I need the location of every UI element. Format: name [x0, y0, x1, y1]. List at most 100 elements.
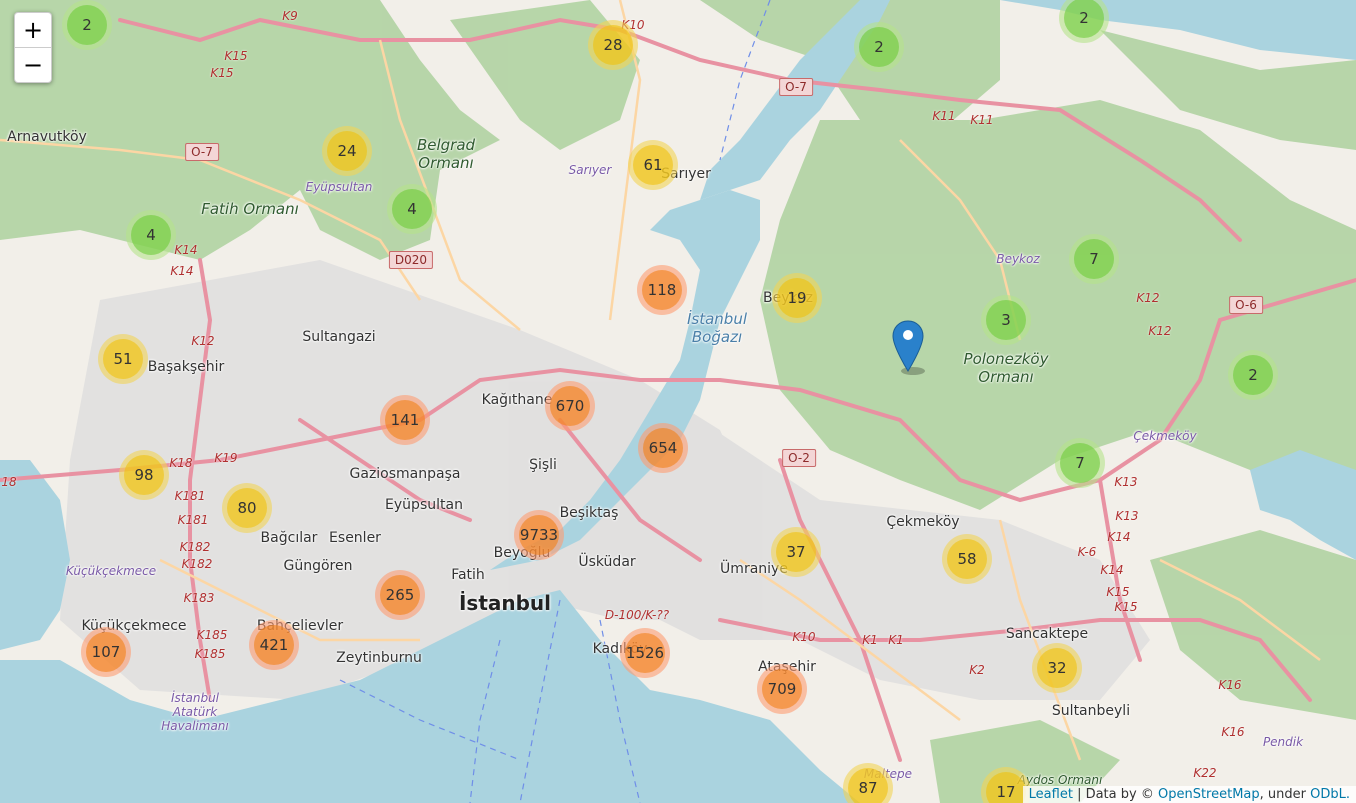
marker-cluster[interactable]: 19 — [772, 273, 822, 323]
road-ref: K14 — [1107, 530, 1131, 544]
marker-cluster[interactable]: 61 — [628, 140, 678, 190]
marker-cluster[interactable]: 2 — [854, 22, 904, 72]
cluster-count: 61 — [633, 145, 673, 185]
cluster-count: 37 — [776, 532, 816, 572]
road-ref: K14 — [170, 264, 194, 278]
cluster-count: 141 — [385, 400, 425, 440]
road-ref: K12 — [1148, 324, 1172, 338]
marker-cluster[interactable]: 265 — [375, 570, 425, 620]
district-label: Küçükçekmece — [65, 564, 157, 578]
road-ref: K2 — [969, 663, 985, 677]
cluster-count: 421 — [254, 625, 294, 665]
district-label: Sarıyer — [568, 163, 612, 177]
cluster-count: 32 — [1037, 648, 1077, 688]
marker-cluster[interactable]: 107 — [81, 627, 131, 677]
marker-cluster[interactable]: 3 — [981, 295, 1031, 345]
city-label: İstanbul — [458, 591, 552, 615]
place-label: Üsküdar — [578, 554, 636, 570]
cluster-count: 7 — [1060, 443, 1100, 483]
marker-cluster[interactable]: 421 — [249, 620, 299, 670]
road-ref: K185 — [196, 628, 228, 642]
road-ref: K12 — [1136, 291, 1160, 305]
cluster-count: 107 — [86, 632, 126, 672]
cluster-count: 19 — [777, 278, 817, 318]
place-label: Çekmeköy — [886, 514, 960, 530]
road-ref: K15 — [1106, 585, 1130, 599]
road-ref: 18 — [1, 475, 17, 489]
marker-cluster[interactable]: 32 — [1032, 643, 1082, 693]
highway-shield: O-7 — [185, 143, 219, 161]
marker-cluster[interactable]: 37 — [771, 527, 821, 577]
highway-shield: D020 — [388, 251, 434, 269]
osm-link[interactable]: OpenStreetMap — [1158, 787, 1260, 802]
road-ref: K182 — [181, 557, 213, 571]
place-label: Beşiktaş — [559, 505, 619, 521]
marker-cluster[interactable]: 1526 — [620, 628, 670, 678]
marker-cluster[interactable]: 118 — [637, 265, 687, 315]
marker-cluster[interactable]: 654 — [638, 423, 688, 473]
road-ref: K14 — [174, 243, 198, 257]
marker-cluster[interactable]: 51 — [98, 334, 148, 384]
road-ref: K14 — [1100, 563, 1124, 577]
cluster-count: 654 — [643, 428, 683, 468]
location-pin-icon[interactable] — [891, 319, 931, 381]
road-ref: K15 — [210, 66, 234, 80]
marker-cluster[interactable]: 670 — [545, 381, 595, 431]
place-label: Sultanbeyli — [1051, 703, 1131, 719]
marker-cluster[interactable]: 28 — [588, 20, 638, 70]
road-ref: K9 — [282, 9, 298, 23]
odbl-link[interactable]: ODbL. — [1310, 787, 1350, 802]
marker-cluster[interactable]: 58 — [942, 534, 992, 584]
cluster-count: 98 — [124, 455, 164, 495]
marker-cluster[interactable]: 709 — [757, 664, 807, 714]
marker-cluster[interactable]: 80 — [222, 483, 272, 533]
road-ref: K185 — [194, 647, 226, 661]
place-label: Zeytinburnu — [336, 650, 422, 666]
forest-label: Fatih Ormanı — [201, 200, 299, 218]
road-ref: K18 — [169, 456, 193, 470]
road-ref: K183 — [183, 591, 215, 605]
district-label: Eyüpsultan — [305, 180, 373, 194]
road-ref: K-6 — [1077, 545, 1097, 559]
marker-cluster[interactable]: 141 — [380, 395, 430, 445]
marker-cluster[interactable]: 4 — [126, 210, 176, 260]
cluster-count: 2 — [67, 5, 107, 45]
marker-cluster[interactable]: 4 — [387, 184, 437, 234]
place-label: Eyüpsultan — [385, 497, 463, 513]
cluster-count: 80 — [227, 488, 267, 528]
marker-cluster[interactable]: 9733 — [514, 510, 564, 560]
cluster-count: 4 — [131, 215, 171, 255]
zoom-control: + − — [14, 12, 52, 83]
marker-cluster[interactable]: 2 — [1228, 350, 1278, 400]
zoom-in-button[interactable]: + — [15, 13, 51, 48]
cluster-count: 2 — [1233, 355, 1273, 395]
place-label: Bağcılar — [260, 530, 318, 546]
leaflet-link[interactable]: Leaflet — [1029, 787, 1073, 802]
cluster-count: 28 — [593, 25, 633, 65]
cluster-count: 2 — [1064, 0, 1104, 38]
road-ref: K15 — [224, 49, 248, 63]
road-ref: K11 — [970, 113, 994, 127]
cluster-count: 670 — [550, 386, 590, 426]
forest-label: Belgrad Ormanı — [416, 136, 476, 172]
marker-cluster[interactable]: 2 — [62, 0, 112, 50]
marker-cluster[interactable]: 7 — [1069, 234, 1119, 284]
district-label: İstanbul Atatürk Havalimanı — [161, 691, 229, 733]
marker-cluster[interactable]: 98 — [119, 450, 169, 500]
forest-label: İstanbul Boğazı — [686, 310, 748, 346]
marker-cluster[interactable]: 7 — [1055, 438, 1105, 488]
marker-cluster[interactable]: 24 — [322, 126, 372, 176]
cluster-count: 9733 — [519, 515, 559, 555]
road-ref: K1 — [862, 633, 878, 647]
zoom-out-button[interactable]: − — [15, 48, 51, 82]
district-label: Pendik — [1262, 735, 1304, 749]
map-view[interactable]: Arnavutköy Sultangazi Başakşehir Kağıtha… — [0, 0, 1356, 803]
attribution: Leaflet | Data by © OpenStreetMap, under… — [1022, 786, 1356, 803]
place-label: Sancaktepe — [1005, 626, 1089, 642]
basemap-tiles — [0, 0, 1356, 803]
attribution-text: | Data by © — [1072, 787, 1158, 802]
cluster-count: 24 — [327, 131, 367, 171]
road-ref: K182 — [179, 540, 211, 554]
cluster-count: 709 — [762, 669, 802, 709]
cluster-count: 4 — [392, 189, 432, 229]
